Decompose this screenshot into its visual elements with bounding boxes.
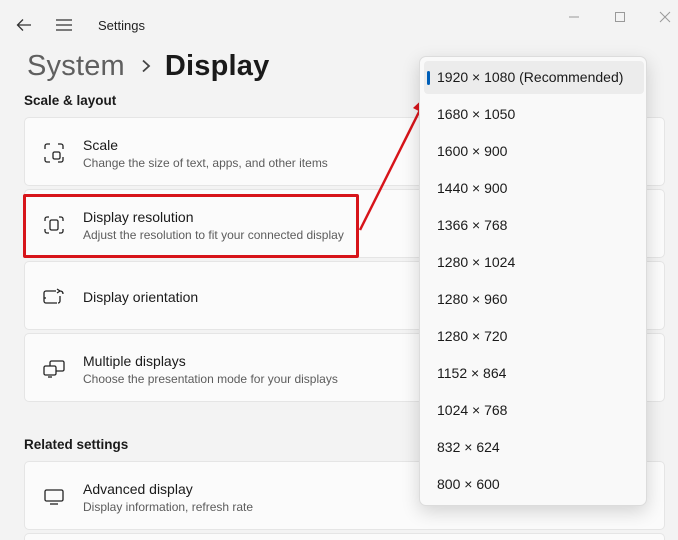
resolution-option[interactable]: 1680 × 1050: [424, 98, 644, 131]
resolution-option-label: 1024 × 768: [437, 402, 508, 418]
resolution-option-label: 1152 × 864: [437, 365, 507, 381]
resolution-option[interactable]: 1920 × 1080 (Recommended): [424, 61, 644, 94]
back-arrow-icon[interactable]: [12, 14, 36, 36]
multiple-displays-title: Multiple displays: [83, 353, 186, 369]
resolution-option-label: 1280 × 960: [437, 291, 508, 307]
scale-icon: [43, 142, 65, 164]
resolution-option-label: 832 × 624: [437, 439, 500, 455]
hamburger-menu-icon[interactable]: [53, 14, 75, 36]
annotation-highlight-box: [23, 194, 359, 258]
breadcrumb-parent[interactable]: System: [27, 50, 125, 83]
app-title: Settings: [98, 18, 145, 33]
display-orientation-title: Display orientation: [83, 289, 199, 305]
resolution-option[interactable]: 832 × 624: [424, 431, 644, 464]
section-heading-related-settings: Related settings: [24, 437, 129, 452]
minimize-icon[interactable]: [563, 8, 585, 26]
maximize-icon[interactable]: [609, 8, 631, 26]
section-heading-scale-layout: Scale & layout: [24, 93, 117, 108]
scale-title: Scale: [83, 137, 119, 153]
scale-subtitle: Change the size of text, apps, and other…: [83, 156, 328, 170]
resolution-option[interactable]: 1600 × 900: [424, 135, 644, 168]
resolution-option[interactable]: 1440 × 900: [424, 172, 644, 205]
resolution-option[interactable]: 800 × 600: [424, 468, 644, 501]
chevron-right-icon: [141, 59, 151, 73]
close-icon[interactable]: [654, 8, 676, 26]
resolution-option[interactable]: 1366 × 768: [424, 209, 644, 242]
advanced-display-subtitle: Display information, refresh rate: [83, 500, 254, 514]
resolution-option[interactable]: 1024 × 768: [424, 394, 644, 427]
multiple-displays-subtitle: Choose the presentation mode for your di…: [83, 372, 338, 386]
resolution-option-label: 1440 × 900: [437, 180, 508, 196]
title-bar: Settings: [0, 0, 678, 50]
resolution-option-label: 1600 × 900: [437, 143, 508, 159]
resolution-option-label: 1920 × 1080 (Recommended): [437, 69, 624, 85]
multiple-displays-icon: [43, 358, 65, 380]
page-title: Display: [164, 49, 270, 82]
resolution-option-label: 800 × 600: [437, 476, 500, 492]
resolution-option-label: 1680 × 1050: [437, 106, 516, 122]
selected-indicator: [427, 71, 430, 85]
advanced-display-title: Advanced display: [83, 481, 193, 497]
next-setting-card[interactable]: [24, 533, 665, 540]
breadcrumb: System Display: [27, 44, 269, 88]
resolution-option[interactable]: 1280 × 720: [424, 320, 644, 353]
resolution-dropdown-list[interactable]: 1920 × 1080 (Recommended) 1680 × 1050 16…: [419, 56, 647, 506]
resolution-option-label: 1280 × 1024: [437, 254, 516, 270]
resolution-option[interactable]: 1280 × 960: [424, 283, 644, 316]
monitor-icon: [43, 486, 65, 508]
resolution-option-label: 1280 × 720: [437, 328, 508, 344]
resolution-option[interactable]: 1280 × 1024: [424, 246, 644, 279]
orientation-icon: [43, 286, 65, 308]
resolution-option[interactable]: 1152 × 864: [424, 357, 644, 390]
resolution-option-label: 1366 × 768: [437, 217, 508, 233]
